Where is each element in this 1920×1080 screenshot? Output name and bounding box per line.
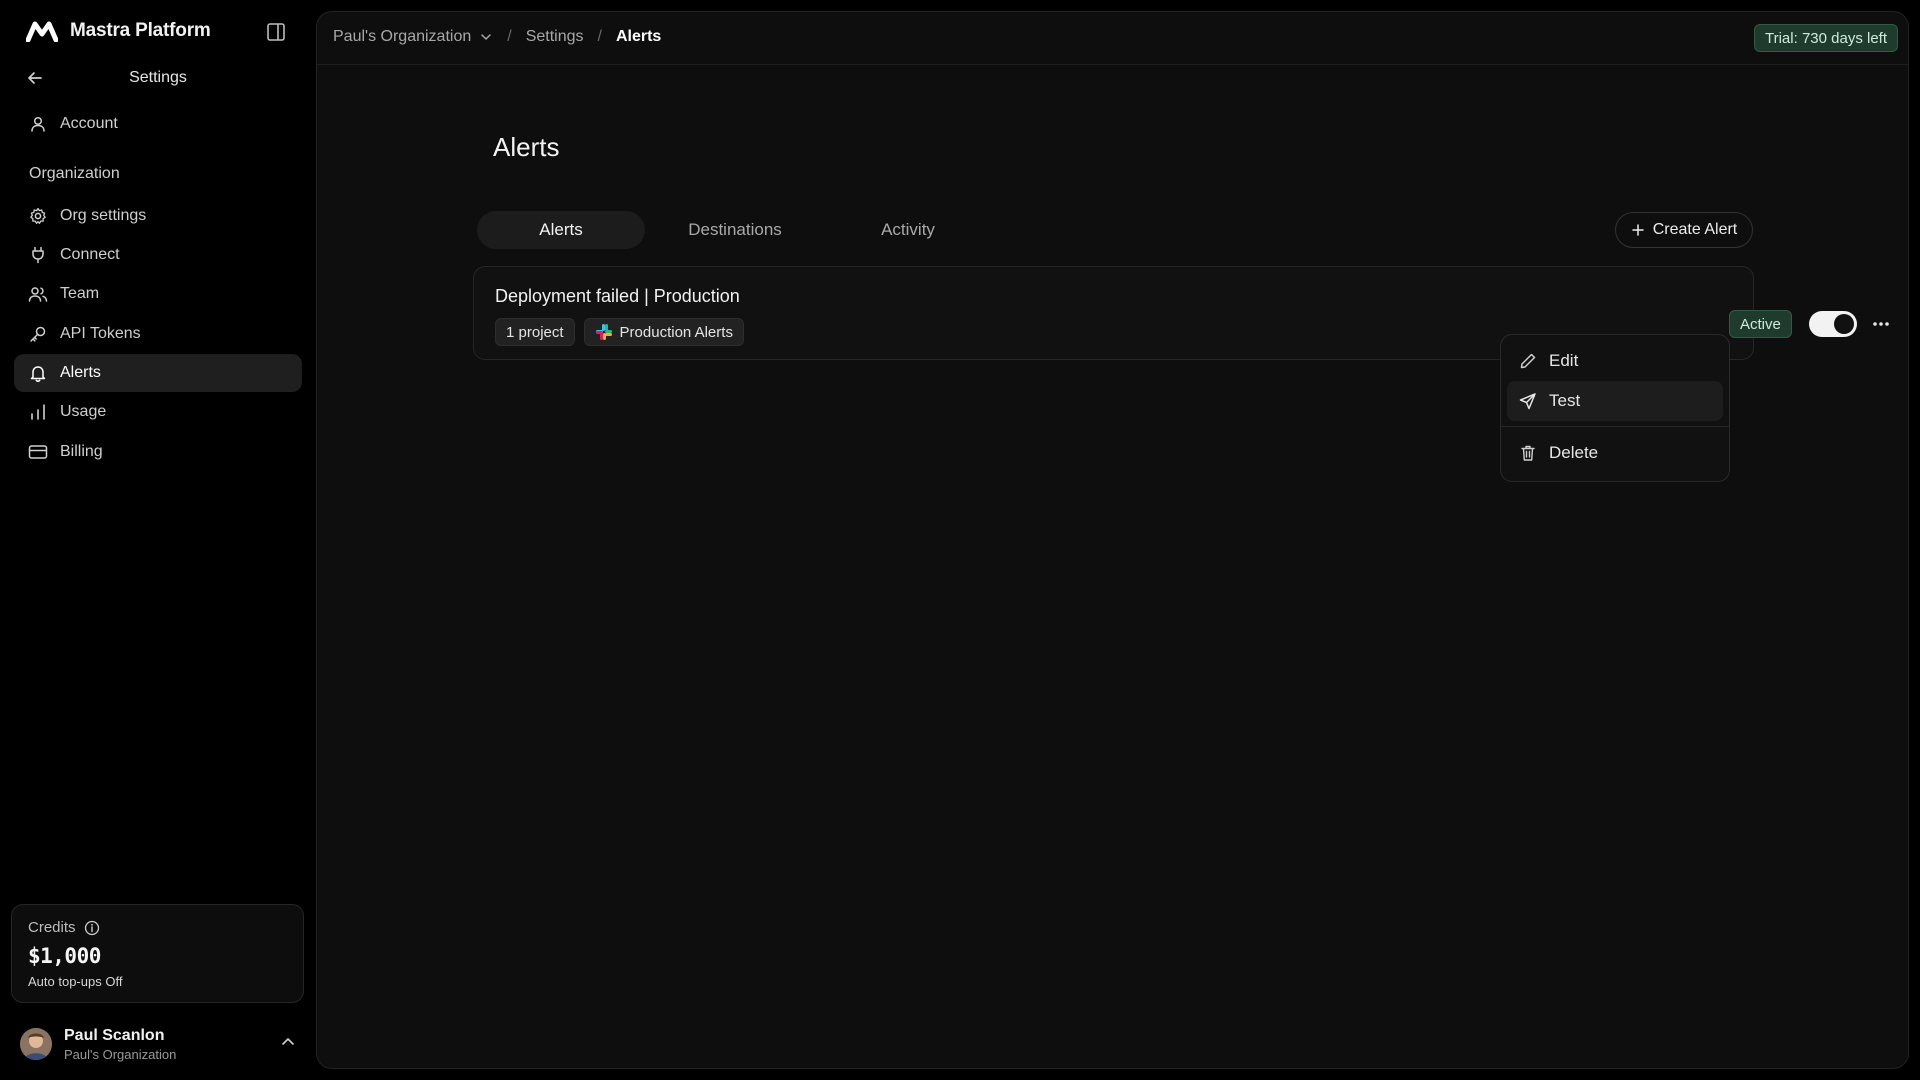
alert-actions-menu: Edit Test Delete (1500, 334, 1730, 482)
sidebar-item-label: Alerts (60, 364, 101, 381)
breadcrumb-separator: / (597, 28, 602, 45)
sidebar-item-label: Billing (60, 443, 103, 460)
breadcrumb-separator: / (507, 28, 512, 45)
credits-amount: $1,000 (28, 944, 101, 968)
tab-destinations[interactable]: Destinations (645, 211, 825, 249)
sidebar-item-label: Usage (60, 403, 107, 420)
alert-name: Deployment failed | Production (495, 286, 740, 306)
user-menu[interactable]: Paul Scanlon Paul's Organization (20, 1022, 296, 1066)
create-alert-label: Create Alert (1652, 221, 1738, 238)
chevron-down-icon (479, 30, 493, 44)
team-icon (28, 284, 48, 304)
bell-icon (28, 363, 48, 383)
destination-chip-label: Production Alerts (619, 323, 733, 341)
brand-name: Mastra Platform (70, 20, 211, 41)
plug-icon (28, 245, 48, 265)
breadcrumb: Paul's Organization / Settings / Alerts (333, 28, 661, 46)
projects-chip: 1 project (495, 318, 575, 346)
brand[interactable]: Mastra Platform (26, 20, 211, 42)
alert-chips: 1 project Production Alerts (495, 318, 744, 346)
sidebar: Mastra Platform Settings Account Organiz… (0, 0, 316, 1080)
create-alert-button[interactable]: Create Alert (1615, 212, 1753, 248)
auto-topup-status: Auto top-ups Off (28, 974, 123, 989)
sidebar-item-connect[interactable]: Connect (14, 236, 302, 274)
tab-alerts[interactable]: Alerts (477, 211, 645, 249)
slack-icon (595, 323, 613, 341)
settings-header: Settings (26, 64, 290, 92)
mastra-logo-icon (26, 20, 58, 42)
plus-icon (1631, 223, 1645, 237)
pencil-icon (1519, 352, 1537, 370)
sidebar-item-api-tokens[interactable]: API Tokens (14, 315, 302, 353)
menu-item-delete[interactable]: Delete (1507, 433, 1723, 473)
sidebar-item-usage[interactable]: Usage (14, 393, 302, 431)
info-icon[interactable] (84, 920, 100, 936)
sidebar-item-label: Account (60, 115, 118, 132)
menu-item-label: Delete (1549, 443, 1599, 462)
menu-item-label: Edit (1549, 351, 1579, 370)
avatar (20, 1028, 52, 1060)
sidebar-toggle-icon[interactable] (264, 20, 288, 44)
menu-item-label: Test (1549, 391, 1581, 410)
sidebar-item-org-settings[interactable]: Org settings (14, 197, 302, 235)
sidebar-item-label: Org settings (60, 207, 147, 224)
sidebar-item-label: API Tokens (60, 325, 141, 342)
breadcrumb-org-switcher[interactable]: Paul's Organization (333, 28, 493, 46)
tabs: Alerts Destinations Activity (477, 211, 991, 249)
user-name: Paul Scanlon (64, 1026, 165, 1044)
menu-divider (1501, 426, 1729, 427)
gear-icon (28, 206, 48, 226)
app: Mastra Platform Settings Account Organiz… (0, 0, 1920, 1080)
trash-icon (1519, 444, 1537, 462)
credits-label: Credits (28, 919, 76, 936)
user-org: Paul's Organization (64, 1046, 177, 1062)
breadcrumb-settings[interactable]: Settings (526, 28, 584, 46)
toggle-knob (1834, 314, 1854, 334)
alert-enabled-toggle[interactable] (1809, 311, 1857, 337)
key-icon (28, 324, 48, 344)
bar-chart-icon (28, 402, 48, 422)
tab-activity[interactable]: Activity (825, 211, 991, 249)
settings-title: Settings (129, 69, 187, 86)
sidebar-item-alerts[interactable]: Alerts (14, 354, 302, 392)
sidebar-item-billing[interactable]: Billing (14, 433, 302, 471)
destination-chip: Production Alerts (583, 318, 744, 346)
sidebar-item-label: Team (60, 285, 100, 302)
trial-badge: Trial: 730 days left (1754, 24, 1898, 52)
chevron-up-icon[interactable] (280, 1034, 296, 1050)
status-badge: Active (1729, 310, 1792, 338)
credit-card-icon (28, 442, 48, 462)
page-title: Alerts (493, 132, 560, 162)
main-panel: Paul's Organization / Settings / Alerts … (316, 11, 1909, 1069)
section-label-organization: Organization (29, 165, 120, 182)
sidebar-item-account[interactable]: Account (14, 105, 302, 143)
menu-item-test[interactable]: Test (1507, 381, 1723, 421)
sidebar-item-label: Connect (60, 246, 120, 263)
send-icon (1519, 392, 1537, 410)
credits-card: Credits $1,000 Auto top-ups Off (11, 904, 304, 1003)
top-bar: Paul's Organization / Settings / Alerts … (317, 12, 1908, 65)
menu-item-edit[interactable]: Edit (1507, 341, 1723, 381)
sidebar-item-team[interactable]: Team (14, 275, 302, 313)
user-icon (28, 114, 48, 134)
more-options-icon[interactable] (1869, 313, 1893, 335)
breadcrumb-current: Alerts (615, 28, 662, 45)
breadcrumb-org: Paul's Organization (333, 28, 472, 45)
